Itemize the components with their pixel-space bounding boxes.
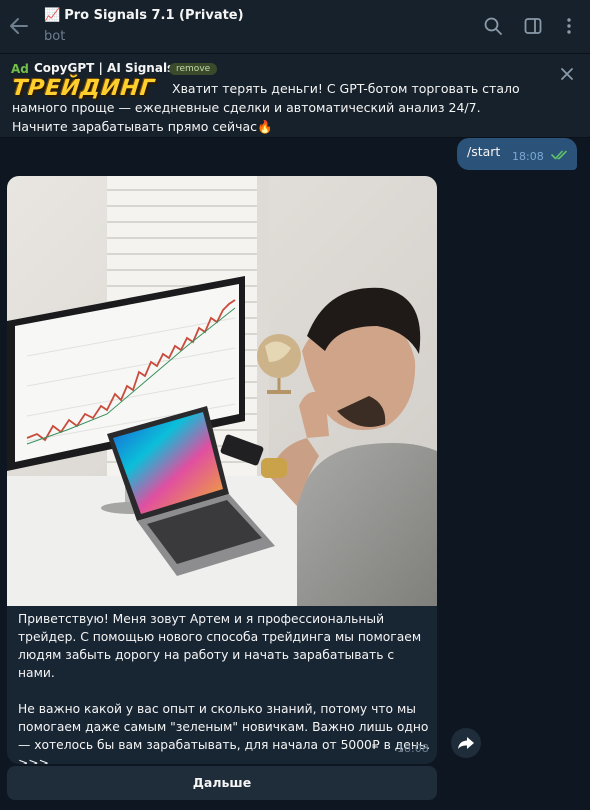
ad-channel-name[interactable]: CopyGPT | AI Signals (34, 61, 174, 75)
next-inline-button[interactable]: Дальше (7, 766, 437, 800)
share-forward-icon (458, 737, 474, 749)
outgoing-message-time: 18:08 (512, 150, 544, 163)
share-button[interactable] (451, 728, 481, 758)
ad-label: Ad (11, 62, 29, 76)
incoming-post[interactable]: Приветствую! Меня зовут Артем и я профес… (7, 176, 437, 764)
ad-remove-button[interactable]: remove (169, 63, 218, 75)
more-vertical-icon[interactable] (559, 16, 579, 36)
chat-subtitle: bot (44, 29, 66, 44)
close-icon[interactable] (559, 66, 575, 82)
back-arrow-icon[interactable] (8, 15, 30, 37)
sponsored-ad-banner[interactable]: Ad CopyGPT | AI Signals remove ТРЕЙДИНГ … (0, 54, 590, 138)
sidebar-toggle-icon[interactable] (523, 16, 543, 36)
outgoing-message-text: /start (467, 144, 501, 159)
double-check-icon (551, 150, 567, 160)
post-time: 18:08 (397, 742, 429, 755)
chat-header: 📈 Pro Signals 7.1 (Private) bot (0, 0, 590, 54)
chart-emoji-icon: 📈 (44, 8, 61, 23)
ad-text: Хватит терять деньги! С GPT-ботом торгов… (12, 81, 520, 134)
chat-title-text: Pro Signals 7.1 (Private) (64, 8, 244, 23)
outgoing-message[interactable]: /start 18:08 (457, 138, 577, 170)
chat-title[interactable]: 📈 Pro Signals 7.1 (Private) (44, 8, 244, 23)
search-icon[interactable] (483, 16, 503, 36)
post-caption: Приветствую! Меня зовут Артем и я профес… (18, 612, 431, 764)
post-photo[interactable] (7, 176, 437, 606)
